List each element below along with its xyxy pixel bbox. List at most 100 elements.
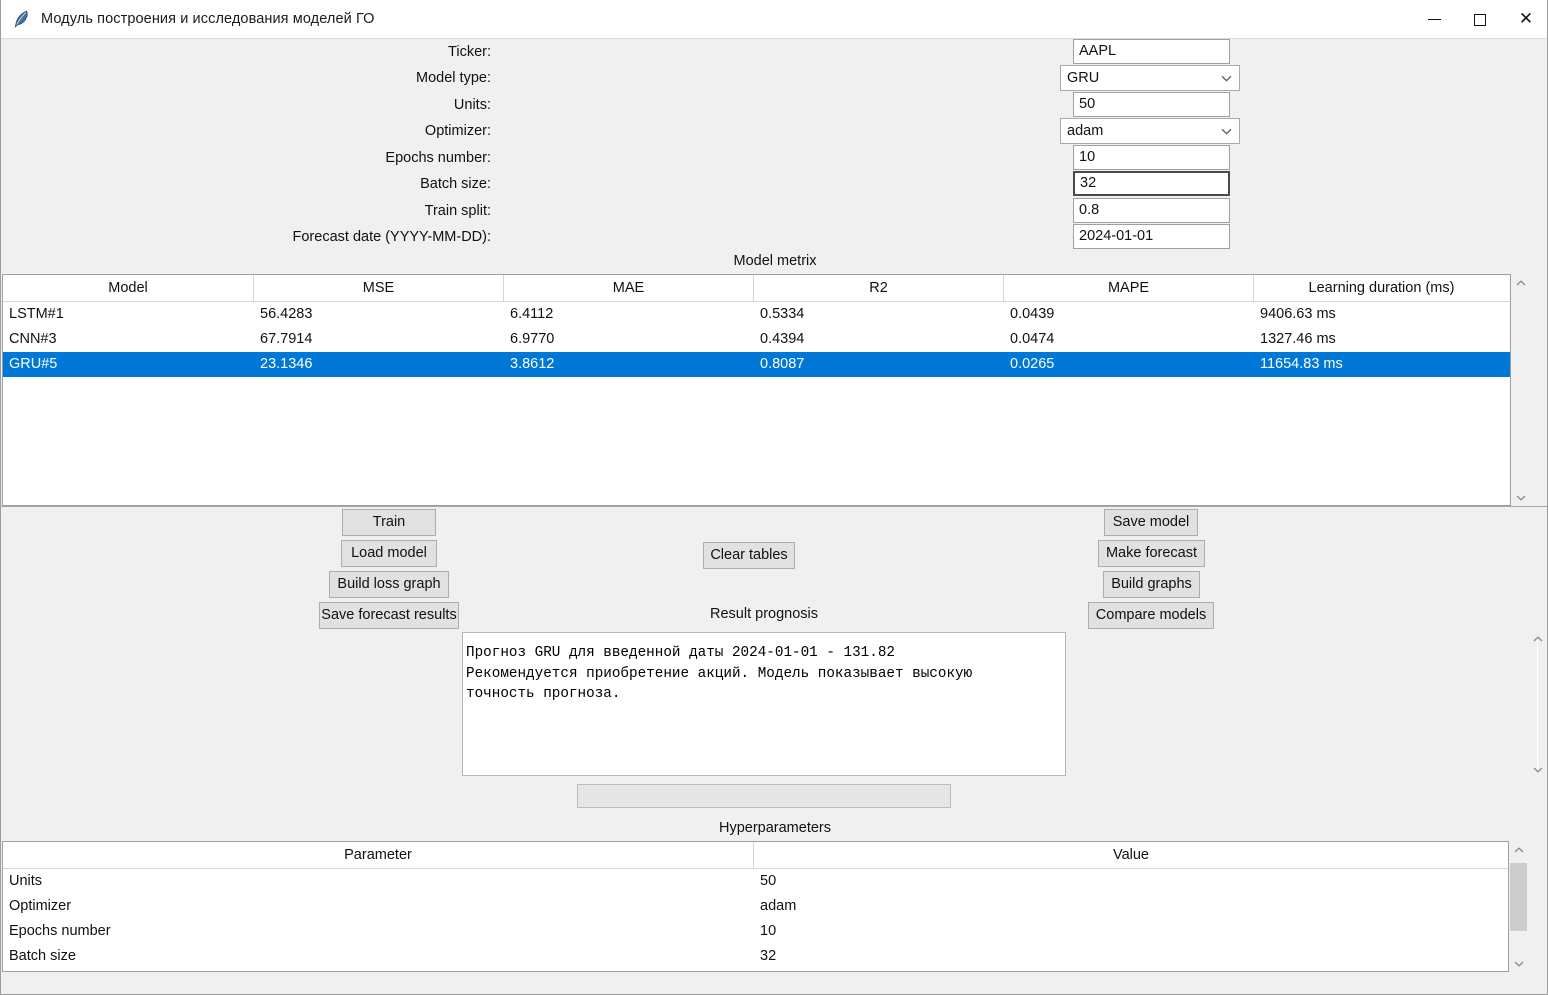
form-row-forecast-date: Forecast date (YYYY-MM-DD): 2024-01-01	[1, 224, 1547, 250]
cell-mse: 56.4283	[260, 306, 313, 322]
cell-duration: 9406.63 ms	[1260, 306, 1336, 322]
chevron-down-icon	[1221, 119, 1232, 143]
scroll-track[interactable]	[1537, 640, 1538, 768]
column-header-mae[interactable]: MAE	[504, 275, 754, 301]
minimize-icon	[1427, 19, 1441, 20]
model-type-label: Model type:	[416, 70, 491, 86]
cell-mape: 0.0474	[1010, 331, 1055, 347]
units-input[interactable]: 50	[1073, 92, 1230, 117]
units-label: Units:	[453, 97, 491, 113]
scroll-thumb[interactable]	[1510, 863, 1527, 931]
cell-model: GRU#5	[9, 356, 58, 372]
form-row-ticker: Ticker: AAPL	[1, 39, 1547, 65]
build-loss-graph-button[interactable]: Build loss graph	[329, 571, 449, 598]
table-row[interactable]: CNN#3 67.7914 6.9770 0.4394 0.0474 1327.…	[3, 327, 1510, 352]
maximize-icon	[1474, 13, 1486, 26]
build-graphs-button[interactable]: Build graphs	[1103, 571, 1200, 598]
prognosis-line: Прогноз GRU для введенной даты 2024-01-0…	[466, 645, 895, 661]
save-model-button[interactable]: Save model	[1104, 509, 1198, 536]
cell-mse: 23.1346	[260, 356, 313, 372]
close-button[interactable]: ✕	[1503, 0, 1547, 39]
column-header-model[interactable]: Model	[3, 275, 254, 301]
ticker-label: Ticker:	[448, 44, 491, 60]
clear-tables-button[interactable]: Clear tables	[703, 542, 795, 569]
hyperparameters-table[interactable]: Parameter Value Units 50 Optimizer adam …	[2, 841, 1509, 972]
column-header-mse[interactable]: MSE	[254, 275, 504, 301]
close-icon: ✕	[1518, 9, 1534, 29]
model-type-select[interactable]: GRU	[1060, 65, 1240, 91]
batch-size-input[interactable]: 32	[1073, 171, 1230, 196]
application-window: Модуль построения и исследования моделей…	[0, 0, 1548, 995]
cell-mae: 6.4112	[510, 306, 554, 322]
train-button[interactable]: Train	[342, 509, 436, 536]
cell-r2: 0.4394	[760, 331, 805, 347]
ticker-input[interactable]: AAPL	[1073, 39, 1230, 64]
form-row-batch-size: Batch size: 32	[1, 171, 1547, 197]
table-row[interactable]: Optimizer adam	[3, 894, 1508, 919]
scroll-up-icon[interactable]	[1512, 274, 1529, 291]
epochs-number-label: Epochs number:	[385, 150, 491, 166]
model-metrix-caption: Model metrix	[733, 253, 817, 269]
model-parameters-form: Ticker: AAPL Model type: GRU Units: 50 O…	[1, 39, 1547, 253]
save-forecast-results-button[interactable]: Save forecast results	[319, 602, 459, 629]
cell-value: 32	[760, 948, 777, 964]
cell-mape: 0.0439	[1010, 306, 1055, 322]
cell-value: 10	[760, 923, 777, 939]
result-prognosis-scrollbar[interactable]	[1529, 630, 1546, 778]
forecast-date-input[interactable]: 2024-01-01	[1073, 224, 1230, 249]
model-metrix-header: Model MSE MAE R2 MAPE Learning duration …	[3, 275, 1510, 302]
model-metrix-table[interactable]: Model MSE MAE R2 MAPE Learning duration …	[2, 274, 1511, 506]
make-forecast-button[interactable]: Make forecast	[1098, 540, 1205, 567]
cell-parameter: Optimizer	[9, 898, 72, 914]
cell-parameter: Units	[9, 873, 43, 889]
chevron-down-icon	[1221, 66, 1232, 90]
train-split-input[interactable]: 0.8	[1073, 198, 1230, 223]
result-prognosis-textarea[interactable]: Прогноз GRU для введенной даты 2024-01-0…	[462, 632, 1066, 776]
column-header-learning-duration[interactable]: Learning duration (ms)	[1254, 275, 1509, 301]
hyperparameters-scrollbar[interactable]	[1510, 841, 1527, 972]
model-type-value: GRU	[1067, 70, 1100, 86]
cell-parameter: Epochs number	[9, 923, 111, 939]
optimizer-value: adam	[1067, 123, 1104, 139]
minimize-button[interactable]	[1411, 0, 1457, 39]
model-metrix-scrollbar[interactable]	[1512, 274, 1529, 506]
scroll-down-icon[interactable]	[1510, 955, 1527, 972]
load-model-button[interactable]: Load model	[341, 540, 437, 567]
cell-duration: 1327.46 ms	[1260, 331, 1336, 347]
table-row[interactable]: Epochs number 10	[3, 919, 1508, 944]
column-header-value[interactable]: Value	[754, 842, 1508, 868]
cell-model: CNN#3	[9, 331, 57, 347]
table-row-selected[interactable]: GRU#5 23.1346 3.8612 0.8087 0.0265 11654…	[3, 352, 1510, 377]
column-header-parameter[interactable]: Parameter	[3, 842, 754, 868]
cell-parameter: Batch size	[9, 948, 76, 964]
scroll-down-icon[interactable]	[1512, 489, 1529, 506]
window-title: Модуль построения и исследования моделей…	[41, 11, 375, 27]
table-row[interactable]: Units 50	[3, 869, 1508, 894]
epochs-number-input[interactable]: 10	[1073, 145, 1230, 170]
column-header-mape[interactable]: MAPE	[1004, 275, 1254, 301]
cell-r2: 0.8087	[760, 356, 805, 372]
training-progress-bar	[577, 784, 951, 808]
scroll-up-icon[interactable]	[1510, 841, 1527, 858]
cell-mse: 67.7914	[260, 331, 313, 347]
form-row-optimizer: Optimizer: adam	[1, 118, 1547, 144]
panel-divider	[1, 506, 1547, 507]
hyperparameters-caption: Hyperparameters	[718, 820, 831, 836]
table-row[interactable]: LSTM#1 56.4283 6.4112 0.5334 0.0439 9406…	[3, 302, 1510, 327]
cell-mae: 6.9770	[510, 331, 555, 347]
cell-model: LSTM#1	[9, 306, 64, 322]
prognosis-line: точность прогноза.	[466, 686, 621, 702]
result-prognosis-caption: Result prognosis	[710, 606, 818, 622]
table-row[interactable]: Batch size 32	[3, 944, 1508, 969]
optimizer-label: Optimizer:	[424, 123, 491, 139]
cell-mape: 0.0265	[1010, 356, 1055, 372]
compare-models-button[interactable]: Compare models	[1088, 602, 1214, 629]
prognosis-line: Рекомендуется приобретение акций. Модель…	[466, 665, 973, 682]
optimizer-select[interactable]: adam	[1060, 118, 1240, 144]
maximize-button[interactable]	[1457, 0, 1503, 39]
cell-duration: 11654.83 ms	[1260, 356, 1343, 372]
column-header-r2[interactable]: R2	[754, 275, 1004, 301]
batch-size-label: Batch size:	[420, 176, 491, 192]
form-row-train-split: Train split: 0.8	[1, 198, 1547, 224]
scroll-down-icon[interactable]	[1529, 761, 1546, 778]
